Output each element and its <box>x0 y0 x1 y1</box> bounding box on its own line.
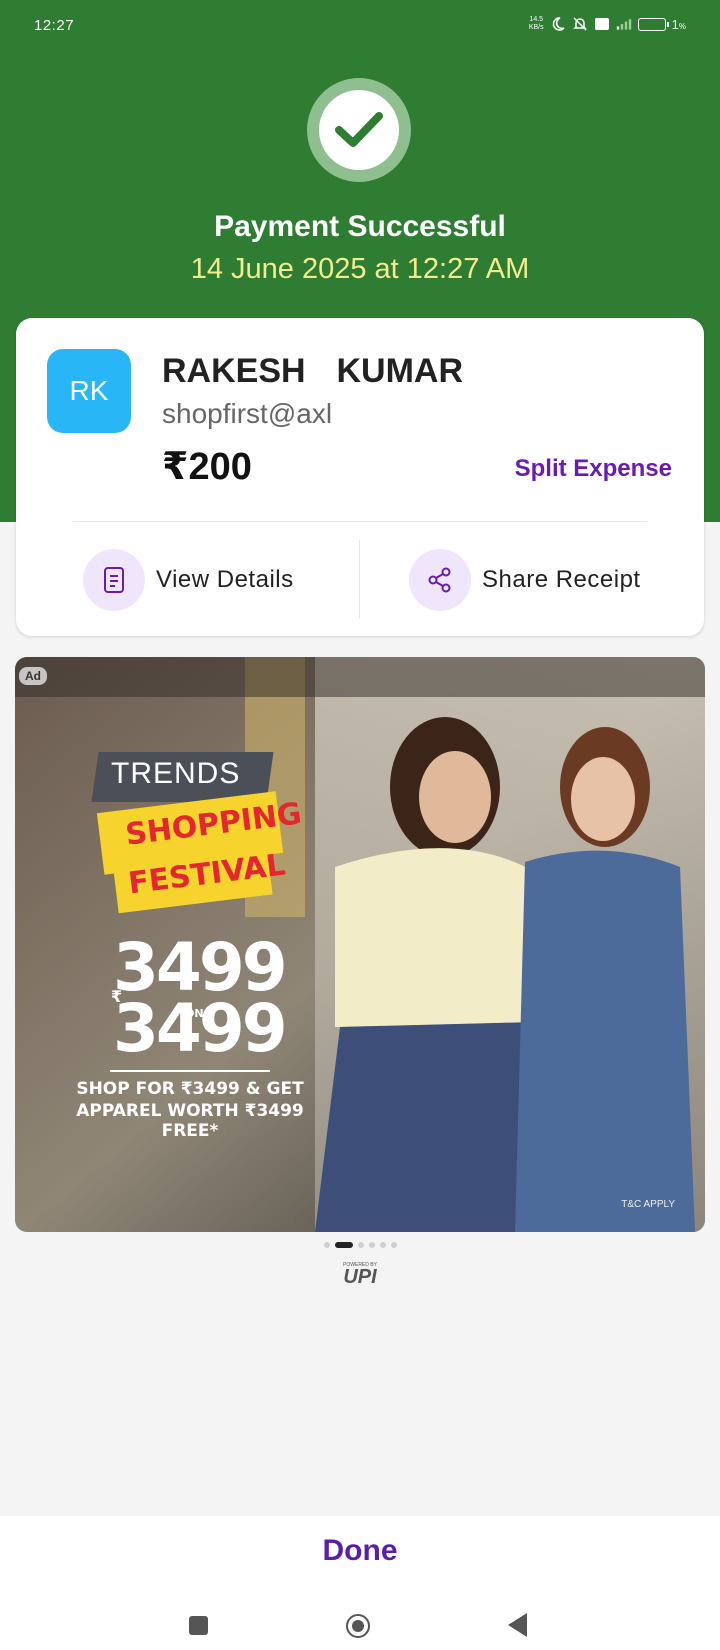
receipt-card: RK RAKESH KUMAR shopfirst@axl ₹200 Split… <box>16 318 704 636</box>
carousel-dot-active[interactable] <box>334 1242 353 1248</box>
mute-bell-icon <box>572 17 587 31</box>
status-time: 12:27 <box>34 17 75 34</box>
avatar: RK <box>47 349 131 433</box>
net-speed-unit: KB/s <box>528 24 544 31</box>
signal-icon <box>616 19 631 30</box>
share-receipt-button[interactable]: Share Receipt <box>409 548 641 612</box>
carousel-dot[interactable] <box>357 1242 364 1248</box>
ad-brand: TRENDS <box>111 757 241 790</box>
carousel-dot[interactable] <box>323 1242 330 1248</box>
carousel-indicator <box>0 1242 720 1248</box>
battery-unit: % <box>678 21 686 31</box>
battery-level: 1% <box>672 17 686 32</box>
footer: Done <box>0 1516 720 1650</box>
ad-copy-line2: APPAREL WORTH ₹3499 FREE* <box>76 1101 304 1141</box>
recents-button[interactable] <box>189 1616 208 1635</box>
done-button[interactable]: Done <box>0 1534 720 1568</box>
status-icons: 14.5 KB/s 1% <box>529 16 686 32</box>
payment-status-title: Payment Successful <box>214 210 506 243</box>
split-expense-button[interactable]: Split Expense <box>515 455 672 483</box>
upi-logo: POWERED BY UPI <box>330 1262 390 1292</box>
carousel-dot[interactable] <box>390 1242 397 1248</box>
home-button[interactable] <box>346 1614 370 1638</box>
back-button[interactable] <box>508 1613 527 1637</box>
moon-icon <box>552 17 565 31</box>
payee-upi-id: shopfirst@axl <box>162 398 333 429</box>
document-icon <box>83 549 145 611</box>
check-mark-icon <box>335 112 383 147</box>
view-details-label: View Details <box>156 566 294 593</box>
ad-copy-line1: SHOP FOR ₹3499 & GET <box>76 1079 304 1099</box>
upi-name: UPI <box>343 1266 377 1288</box>
battery-icon <box>637 17 669 31</box>
view-details-button[interactable]: View Details <box>83 548 294 612</box>
check-circle-icon <box>307 78 411 182</box>
network-speed: 14.5 KB/s <box>529 16 544 32</box>
check-inner <box>319 90 399 170</box>
volte-icon <box>594 18 609 30</box>
net-speed-value: 14.5 <box>529 16 544 23</box>
divider <box>359 540 360 618</box>
share-icon <box>409 549 471 611</box>
amount: ₹200 <box>162 446 252 488</box>
ad-offer-bottom: 3499 <box>113 990 288 1067</box>
payment-datetime: 14 June 2025 at 12:27 AM <box>190 253 530 285</box>
share-receipt-label: Share Receipt <box>482 566 641 593</box>
battery-value: 1 <box>671 16 679 32</box>
ad-banner[interactable]: Ad TRENDS SHOPPING FESTIVAL 3499 ₹ ON 34… <box>15 657 705 1232</box>
carousel-dot[interactable] <box>379 1242 386 1248</box>
ad-badge: Ad <box>19 667 47 685</box>
ad-terms: T&C APPLY <box>621 1199 675 1210</box>
carousel-dot[interactable] <box>368 1242 375 1248</box>
payee-name: RAKESH KUMAR <box>162 352 463 390</box>
divider <box>73 521 647 522</box>
status-bar: 12:27 14.5 KB/s 1% <box>0 0 720 52</box>
ad-rule <box>110 1070 270 1072</box>
